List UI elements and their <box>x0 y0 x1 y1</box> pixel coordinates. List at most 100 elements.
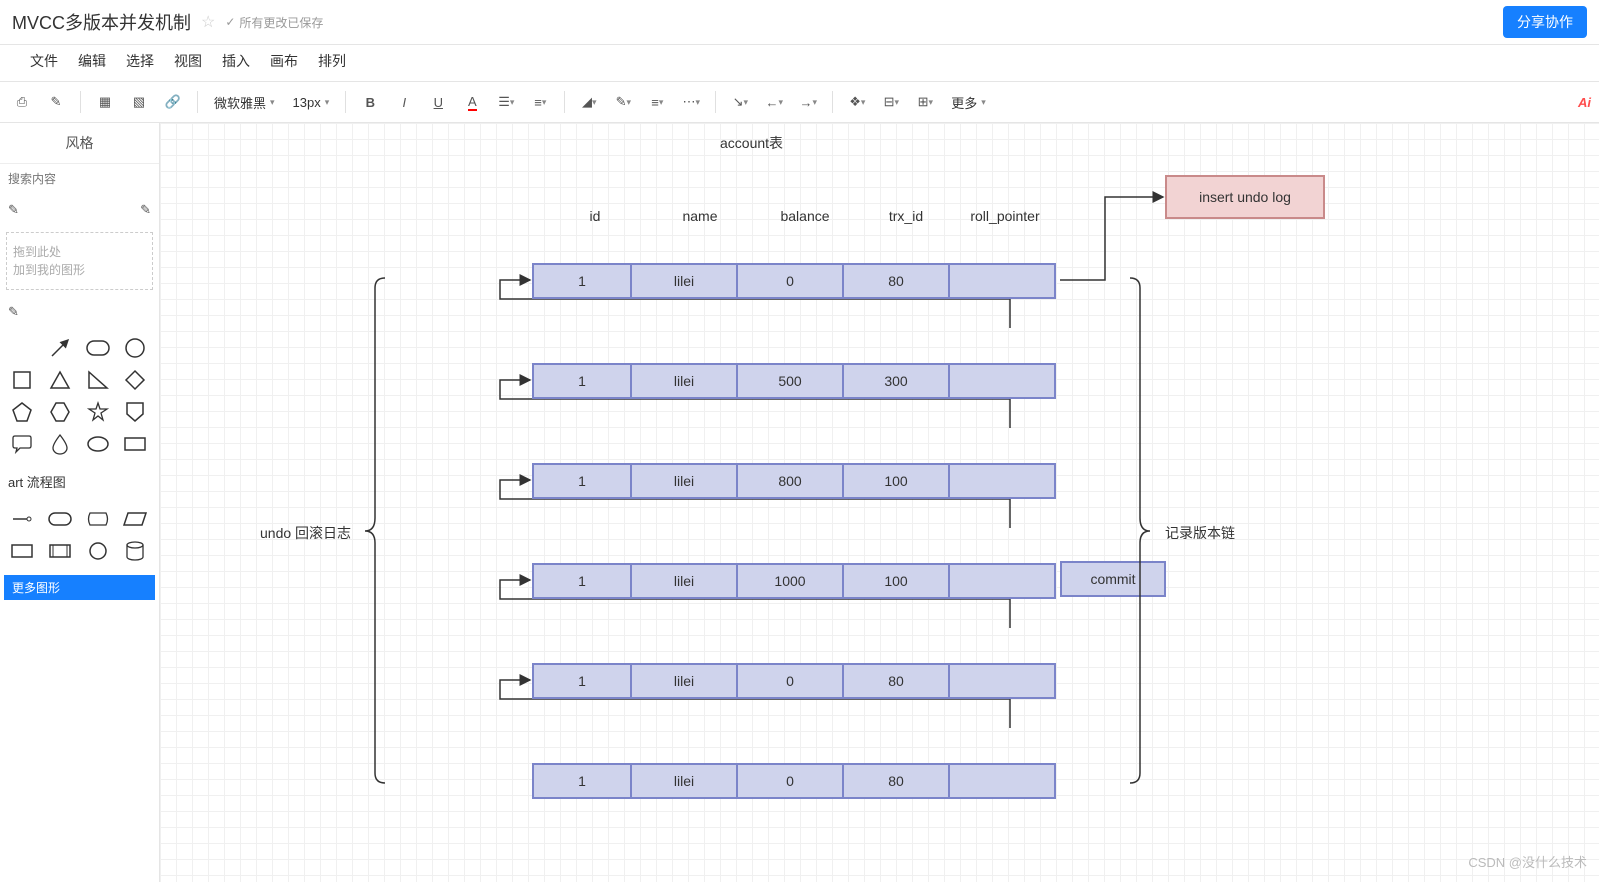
cell-name: lilei <box>632 563 738 599</box>
distribute-icon[interactable]: ⊞▾ <box>911 88 939 116</box>
edit-icon[interactable]: ✎ <box>140 202 151 218</box>
fc-terminator[interactable] <box>46 507 74 531</box>
cell-name: lilei <box>632 263 738 299</box>
cell-balance: 0 <box>738 263 844 299</box>
cell-rp <box>950 463 1056 499</box>
menu-insert[interactable]: 插入 <box>222 51 250 71</box>
canvas[interactable]: account表 id name balance trx_id roll_poi… <box>160 123 1599 882</box>
table-row[interactable]: 1 lilei 0 80 <box>532 763 1056 799</box>
cell-trxid: 80 <box>844 763 950 799</box>
grid-icon[interactable]: ▦ <box>91 88 119 116</box>
align-icon[interactable]: ≡▾ <box>526 88 554 116</box>
menu-canvas[interactable]: 画布 <box>270 51 298 71</box>
shape-diamond[interactable] <box>121 368 149 392</box>
ai-icon[interactable]: Ai <box>1578 95 1591 110</box>
eyedropper-icon[interactable]: ✎ <box>42 88 70 116</box>
arrow-start-icon[interactable]: ←▾ <box>760 88 788 116</box>
align-objects-icon[interactable]: ⊟▾ <box>877 88 905 116</box>
fc-cylinder[interactable] <box>121 539 149 563</box>
flowchart-section[interactable]: art 流程图 <box>0 464 159 499</box>
col-balance[interactable]: balance <box>760 208 850 224</box>
watermark: CSDN @没什么技术 <box>1468 852 1587 871</box>
table-row[interactable]: 1 lilei 0 80 <box>532 663 1056 699</box>
insert-undo-box[interactable]: insert undo log <box>1165 175 1325 219</box>
paint-format-icon[interactable]: ⎙ <box>8 88 36 116</box>
shape-triangle[interactable] <box>46 368 74 392</box>
menu-edit[interactable]: 编辑 <box>78 51 106 71</box>
cell-id: 1 <box>532 663 632 699</box>
shape-text[interactable] <box>8 336 36 360</box>
table-row[interactable]: 1 lilei 800 100 <box>532 463 1056 499</box>
right-label[interactable]: 记录版本链 <box>1165 523 1235 543</box>
connector-icon[interactable]: ↘▾ <box>726 88 754 116</box>
col-name[interactable]: name <box>660 208 740 224</box>
shape-roundrect[interactable] <box>84 336 112 360</box>
shape-hexagon[interactable] <box>46 400 74 424</box>
shape-ellipse[interactable] <box>84 432 112 456</box>
stroke-width-icon[interactable]: ≡▾ <box>643 88 671 116</box>
font-size-select[interactable]: 13px▾ <box>287 95 336 110</box>
line-height-icon[interactable]: ☰▾ <box>492 88 520 116</box>
cell-id: 1 <box>532 563 632 599</box>
italic-icon[interactable]: I <box>390 88 418 116</box>
underline-icon[interactable]: U <box>424 88 452 116</box>
arrow-end-icon[interactable]: →▾ <box>794 88 822 116</box>
fc-circle[interactable] <box>84 539 112 563</box>
share-button[interactable]: 分享协作 <box>1503 6 1587 38</box>
diagram-title[interactable]: account表 <box>720 133 783 153</box>
menu-select[interactable]: 选择 <box>126 51 154 71</box>
image-icon[interactable]: ▧ <box>125 88 153 116</box>
bold-icon[interactable]: B <box>356 88 384 116</box>
stroke-style-icon[interactable]: ⋯▾ <box>677 88 705 116</box>
shape-circle[interactable] <box>121 336 149 360</box>
drop-zone[interactable]: 拖到此处 加到我的图形 <box>6 232 153 290</box>
table-row[interactable]: 1 lilei 1000 100 <box>532 563 1056 599</box>
fc-connector[interactable] <box>8 507 36 531</box>
more-shapes-button[interactable]: 更多图形 <box>4 575 155 600</box>
shape-speech[interactable] <box>8 432 36 456</box>
shape-rect[interactable] <box>121 432 149 456</box>
table-row[interactable]: 1 lilei 500 300 <box>532 363 1056 399</box>
text-color-icon[interactable]: A <box>458 88 486 116</box>
search-input[interactable] <box>0 164 159 194</box>
fc-process[interactable] <box>8 539 36 563</box>
font-family-select[interactable]: 微软雅黑▾ <box>208 93 281 112</box>
cell-balance: 1000 <box>738 563 844 599</box>
sidebar: 风格 ✎ ✎ 拖到此处 加到我的图形 ✎ <box>0 123 160 882</box>
link-icon[interactable]: 🔗 <box>159 88 187 116</box>
shape-star[interactable] <box>84 400 112 424</box>
table-row[interactable]: 1 lilei 0 80 <box>532 263 1056 299</box>
cell-id: 1 <box>532 263 632 299</box>
left-label[interactable]: undo 回滚日志 <box>260 523 351 543</box>
layers-icon[interactable]: ❖▾ <box>843 88 871 116</box>
cell-trxid: 80 <box>844 263 950 299</box>
shape-pentagon[interactable] <box>8 400 36 424</box>
cell-rp <box>950 663 1056 699</box>
fc-display[interactable] <box>84 507 112 531</box>
shape-square[interactable] <box>8 368 36 392</box>
cell-balance: 0 <box>738 663 844 699</box>
fc-predefined[interactable] <box>46 539 74 563</box>
drop-hint-1: 拖到此处 <box>13 243 146 261</box>
menu-file[interactable]: 文件 <box>30 51 58 71</box>
fill-color-icon[interactable]: ◢▾ <box>575 88 603 116</box>
shape-shield[interactable] <box>121 400 149 424</box>
basic-shapes-icon: ✎ <box>8 304 19 320</box>
toolbar: ⎙ ✎ ▦ ▧ 🔗 微软雅黑▾ 13px▾ B I U A ☰▾ ≡▾ ◢▾ ✎… <box>0 81 1599 123</box>
more-tools[interactable]: 更多▾ <box>945 93 992 112</box>
menu-arrange[interactable]: 排列 <box>318 51 346 71</box>
col-id[interactable]: id <box>565 208 625 224</box>
col-trxid[interactable]: trx_id <box>866 208 946 224</box>
doc-title: MVCC多版本并发机制 <box>12 9 191 35</box>
star-icon[interactable]: ☆ <box>201 12 215 32</box>
shape-right-triangle[interactable] <box>84 368 112 392</box>
col-rp[interactable]: roll_pointer <box>955 208 1055 224</box>
shape-drop[interactable] <box>46 432 74 456</box>
commit-box[interactable]: commit <box>1060 561 1166 597</box>
menu-view[interactable]: 视图 <box>174 51 202 71</box>
sidebar-tab-style[interactable]: 风格 <box>0 123 159 164</box>
fc-data[interactable] <box>121 507 149 531</box>
stroke-color-icon[interactable]: ✎▾ <box>609 88 637 116</box>
shape-line[interactable] <box>46 336 74 360</box>
cell-rp <box>950 563 1056 599</box>
